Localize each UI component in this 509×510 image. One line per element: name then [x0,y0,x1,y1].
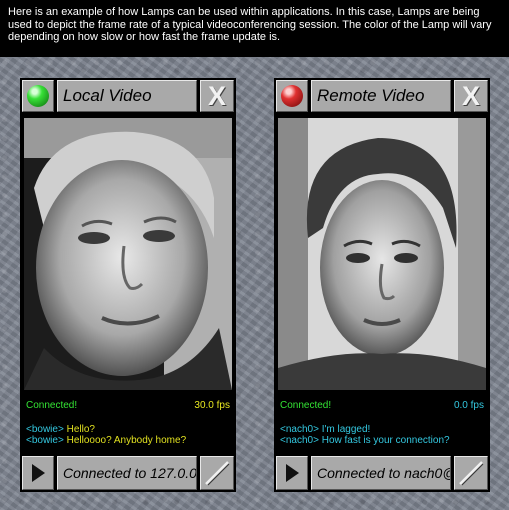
intro-text: Here is an example of how Lamps can be u… [0,0,509,57]
connection-field[interactable]: Connected to nach0@ [311,456,451,490]
frame-rate: 30.0 fps [194,400,230,411]
connection-field[interactable]: Connected to 127.0.0 [57,456,197,490]
frame-rate: 0.0 fps [453,400,484,411]
chat-message: Hello? [66,424,95,435]
chat-line: <bowie> Hello? [26,424,186,435]
play-icon [32,464,45,482]
video-frame [274,114,490,394]
titlebar: Local Video X [20,78,236,114]
status-area: Connected! 0.0 fps <nach0> I'm lagged! <… [274,394,490,454]
resize-button[interactable] [200,456,234,490]
chat-line: <nach0> How fast is your connection? [280,435,450,446]
resize-icon [205,461,230,486]
remote-video-panel: Remote Video X Connected! 0.0 fps <nach0… [274,78,490,492]
chat-log: <bowie> Hello? <bowie> Helloooo? Anybody… [26,424,186,446]
titlebar: Remote Video X [274,78,490,114]
close-icon: X [461,81,480,111]
bottombar: Connected to 127.0.0 [20,454,236,492]
lamp-indicator [22,80,54,112]
chat-line: <nach0> I'm lagged! [280,424,450,435]
remote-video-feed [278,118,486,390]
close-button[interactable]: X [200,80,234,112]
bottombar: Connected to nach0@ [274,454,490,492]
local-video-feed [24,118,232,390]
resize-icon [459,461,484,486]
resize-button[interactable] [454,456,488,490]
chat-nick: <bowie> [26,435,64,446]
chat-nick: <nach0> [280,424,319,435]
window-title: Remote Video [311,80,451,112]
close-button[interactable]: X [454,80,488,112]
chat-message: I'm lagged! [321,424,371,435]
connection-status: Connected! [280,400,332,411]
chat-nick: <bowie> [26,424,64,435]
lamp-icon [27,85,49,107]
connection-status: Connected! [26,400,78,411]
status-area: Connected! 30.0 fps <bowie> Hello? <bowi… [20,394,236,454]
lamp-icon [281,85,303,107]
chat-line: <bowie> Helloooo? Anybody home? [26,435,186,446]
play-icon [286,464,299,482]
video-frame [20,114,236,394]
local-video-panel: Local Video X Connected! 30.0 fps <bowie… [20,78,236,492]
chat-message: How fast is your connection? [321,435,450,446]
chat-log: <nach0> I'm lagged! <nach0> How fast is … [280,424,450,446]
play-button[interactable] [276,456,308,490]
local-video-image [24,118,232,390]
close-icon: X [207,81,226,111]
window-title: Local Video [57,80,197,112]
remote-video-image [278,118,486,390]
chat-message: Helloooo? Anybody home? [66,435,187,446]
lamp-indicator [276,80,308,112]
play-button[interactable] [22,456,54,490]
chat-nick: <nach0> [280,435,319,446]
